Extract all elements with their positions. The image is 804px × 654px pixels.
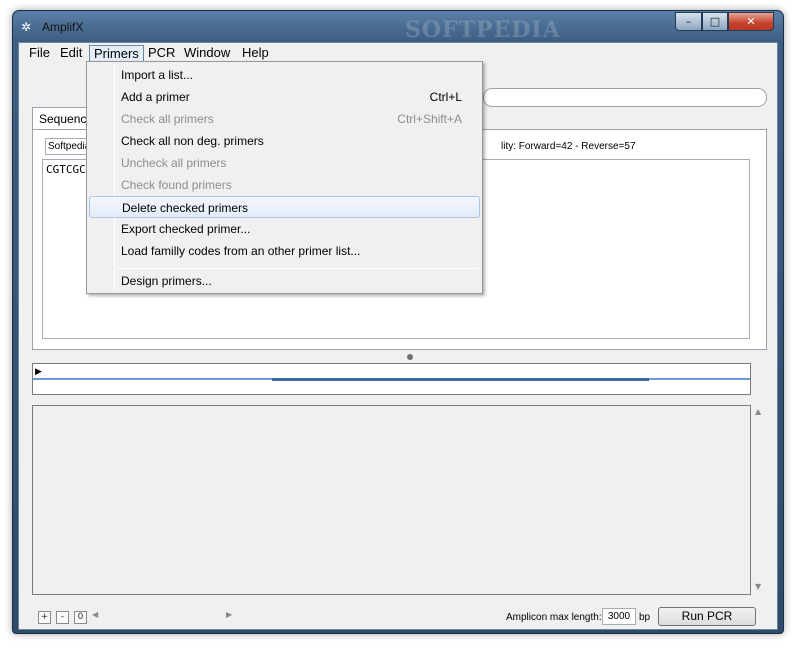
menu-item-export-checked-primer[interactable]: Export checked primer... [89,218,480,240]
scroll-right-icon[interactable]: ▶ [226,610,232,619]
menu-item-label: Add a primer [121,90,190,104]
run-pcr-button[interactable]: Run PCR [658,607,756,626]
sequence-text: CGTCGC [46,163,86,176]
watermark: SOFTPEDIA [405,17,561,43]
menu-item-label: Export checked primer... [121,222,251,236]
primers-dropdown-menu: Import a list... Add a primer Ctrl+L Che… [86,61,483,294]
menu-item-shortcut: Ctrl+L [429,90,462,104]
splitter-handle[interactable] [407,354,413,360]
window-title: AmplifX [42,20,84,34]
zoom-in-button[interactable]: + [38,611,51,624]
menu-item-label: Check all non deg. primers [121,134,264,148]
scroll-left-icon[interactable]: ◀ [92,610,98,619]
scroll-down-icon[interactable]: ▼ [755,582,761,591]
track-selection [272,378,649,381]
amplifx-logo-icon: ✲ [21,20,32,34]
menu-item-label: Uncheck all primers [121,156,227,170]
menu-item-add-primer[interactable]: Add a primer Ctrl+L [89,86,480,108]
menu-primers[interactable]: Primers [89,45,144,62]
amplicon-max-length-input[interactable]: 3000 [602,608,636,625]
menu-item-shortcut: Ctrl+Shift+A [397,112,462,126]
menu-item-design-primers[interactable]: Design primers... [89,270,480,292]
search-input[interactable] [483,88,767,107]
menu-edit[interactable]: Edit [56,45,86,62]
close-button[interactable]: ✕ [728,12,774,31]
title-bar[interactable]: ✲ AmplifX SOFTPEDIA – □ ✕ [13,11,783,43]
amplicon-max-length-label: Amplicon max length: [506,612,602,623]
menu-help[interactable]: Help [238,45,273,62]
horizontal-scrollbar[interactable]: ◀ ▶ [92,610,237,622]
primer-quality-label: lity: Forward=42 - Reverse=57 [501,141,636,152]
menu-item-label: Design primers... [121,274,212,288]
menu-item-check-all-primers: Check all primers Ctrl+Shift+A [89,108,480,130]
menu-item-check-non-deg-primers[interactable]: Check all non deg. primers [89,130,480,152]
menu-item-label: Import a list... [121,68,194,82]
menu-item-label: Load familly codes from an other primer … [121,244,361,258]
results-panel [32,405,751,595]
tab-sequence[interactable]: Sequence [32,107,93,130]
menu-file[interactable]: File [25,45,54,62]
menu-bar: File Edit Primers PCR Window Help [19,43,777,63]
minimize-button[interactable]: – [675,12,702,31]
menu-item-load-family-codes[interactable]: Load familly codes from an other primer … [89,240,480,262]
menu-window[interactable]: Window [180,45,234,62]
zoom-out-button[interactable]: - [56,611,69,624]
menu-separator [117,268,478,269]
amplicon-track[interactable]: ▶ [32,363,751,395]
menu-item-label: Check found primers [121,178,232,192]
menu-item-uncheck-all-primers: Uncheck all primers [89,152,480,174]
maximize-button[interactable]: □ [702,12,728,31]
scroll-up-icon[interactable]: ▲ [755,407,761,416]
menu-item-label: Check all primers [121,112,214,126]
menu-item-label: Delete checked primers [122,201,249,215]
amplicon-unit-label: bp [639,612,651,623]
menu-pcr[interactable]: PCR [144,45,179,62]
menu-item-import-list[interactable]: Import a list... [89,64,480,86]
zoom-reset-button[interactable]: 0 [74,611,87,624]
play-icon[interactable]: ▶ [35,367,42,377]
menu-item-delete-checked-primers[interactable]: Delete checked primers [89,196,480,218]
menu-item-check-found-primers: Check found primers [89,174,480,196]
